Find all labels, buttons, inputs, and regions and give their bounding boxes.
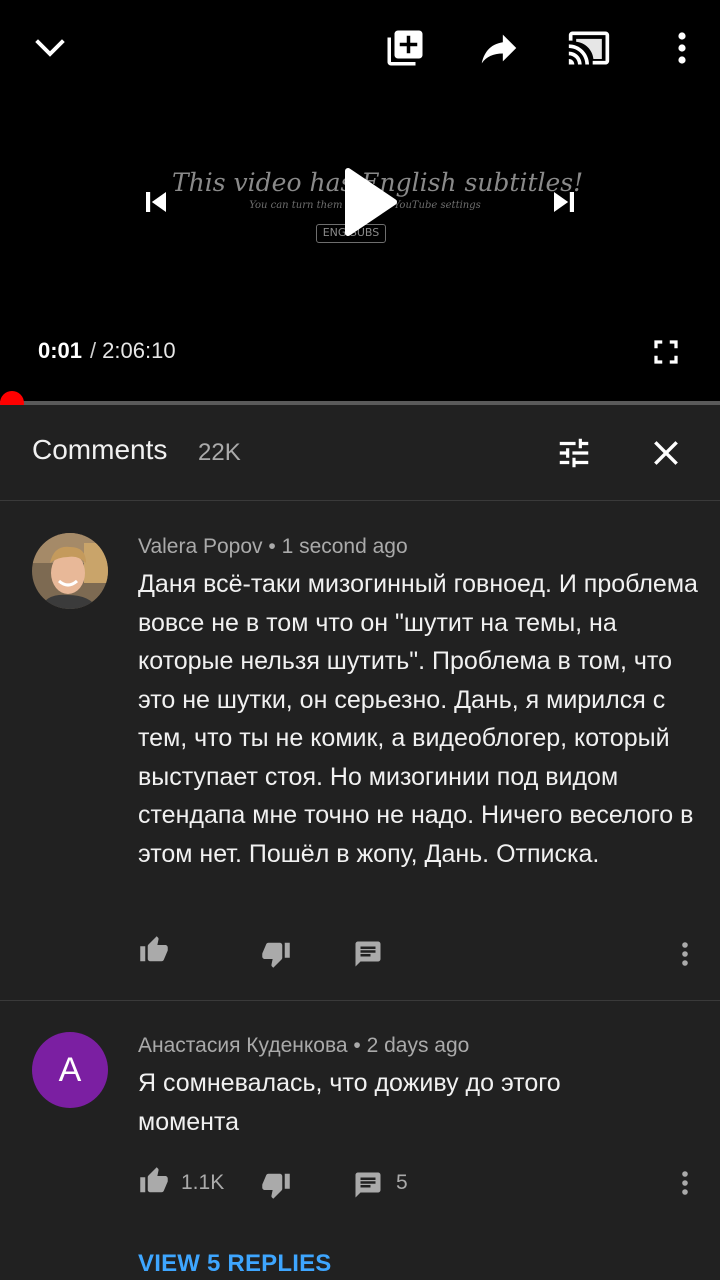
chevron-down-icon[interactable]: [26, 24, 74, 72]
comment-text: Я сомневалась, что доживу до этого момен…: [138, 1069, 561, 1136]
reply-count: 5: [396, 1171, 408, 1194]
avatar[interactable]: A: [32, 1032, 108, 1108]
comment-text: Даня всё-таки мизогинный говноед. И проб…: [138, 570, 698, 868]
play-icon[interactable]: [330, 164, 406, 240]
comment-meta: Анастасия Куденкова • 2 days ago: [138, 1034, 470, 1057]
reply-icon[interactable]: [352, 936, 384, 972]
sort-icon[interactable]: [550, 429, 598, 477]
view-replies-button[interactable]: VIEW 5 REPLIES: [138, 1250, 332, 1278]
comment-author[interactable]: Valera Popov: [138, 535, 263, 558]
comment-item: Valera Popov • 1 second ago Даня всё-так…: [0, 502, 720, 1000]
more-vert-icon[interactable]: [658, 24, 706, 72]
comment-meta: Valera Popov • 1 second ago: [138, 535, 408, 558]
comment-time: 2 days ago: [366, 1034, 470, 1057]
add-to-playlist-icon[interactable]: [381, 24, 429, 72]
fullscreen-icon[interactable]: [644, 330, 688, 374]
comment-more-icon[interactable]: [670, 936, 700, 972]
comments-count: 22K: [198, 439, 241, 466]
video-player[interactable]: This video has English subtitles! You ca…: [0, 0, 720, 402]
cast-icon[interactable]: [565, 24, 613, 72]
comments-header: Comments 22K: [0, 405, 720, 501]
share-icon[interactable]: [474, 24, 524, 72]
reply-icon[interactable]: [352, 1167, 384, 1203]
current-time: 0:01: [38, 338, 83, 363]
dislike-icon[interactable]: [260, 1167, 292, 1203]
comment-item: A Анастасия Куденкова • 2 days ago Я сом…: [0, 1001, 720, 1280]
avatar-letter: A: [58, 1050, 82, 1089]
time-display: 0:01 /2:06:10: [38, 338, 176, 364]
comments-title: Comments: [32, 434, 168, 465]
dislike-icon[interactable]: [260, 936, 292, 972]
comment-author[interactable]: Анастасия Куденкова: [138, 1034, 348, 1057]
like-icon[interactable]: [138, 932, 170, 968]
comment-actions: [0, 932, 720, 972]
skip-next-icon[interactable]: [540, 178, 588, 226]
comment-actions: 1.1K 5: [0, 1163, 720, 1203]
comment-more-icon[interactable]: [670, 1165, 700, 1201]
like-count: 1.1K: [181, 1171, 225, 1194]
avatar[interactable]: [32, 533, 108, 609]
close-icon[interactable]: [642, 429, 690, 477]
like-icon[interactable]: [138, 1163, 170, 1199]
comment-time: 1 second ago: [281, 535, 408, 558]
duration: 2:06:10: [102, 338, 176, 363]
skip-previous-icon[interactable]: [132, 178, 180, 226]
time-separator: /: [90, 338, 97, 363]
